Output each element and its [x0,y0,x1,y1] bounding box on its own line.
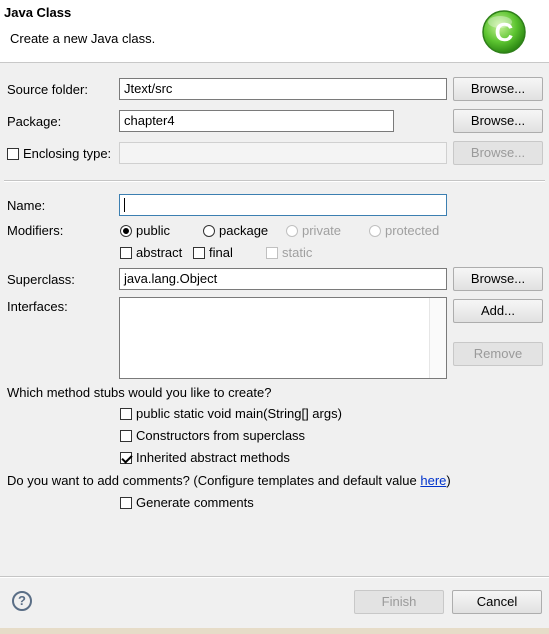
main-method-checkbox[interactable] [120,408,132,420]
static-checkbox-label: static [282,245,313,260]
superclass-label: Superclass: [7,272,75,287]
window-bottom-edge [0,628,549,634]
static-checkbox [266,247,278,259]
enclosing-type-label: Enclosing type: [23,146,112,161]
private-radio-label: private [302,223,342,238]
interfaces-add-button[interactable]: Add... [453,299,543,323]
comments-question-text: Do you want to add comments? (Configure … [7,473,421,488]
package-label: Package: [7,114,62,129]
interfaces-list[interactable] [119,297,447,379]
interfaces-list-scrollbar[interactable] [429,298,446,378]
interfaces-remove-button: Remove [453,342,543,366]
package-field[interactable]: chapter4 [119,110,394,132]
package-radio-label: package [219,223,269,238]
comments-question-suffix: ) [446,473,451,488]
text-cursor [124,198,125,212]
superclass-field[interactable]: java.lang.Object [119,268,447,290]
name-field[interactable] [119,194,447,216]
protected-radio-label: protected [385,223,440,238]
finish-button: Finish [354,590,444,614]
final-checkbox-label: final [209,245,233,260]
abstract-checkbox[interactable] [120,247,132,259]
cancel-button[interactable]: Cancel [452,590,542,614]
interfaces-label: Interfaces: [7,299,68,314]
generate-comments-label: Generate comments [136,495,254,510]
main-method-label: public static void main(String[] args) [136,406,342,421]
public-radio[interactable] [120,225,132,237]
public-radio-label: public [136,223,170,238]
separator [4,180,545,182]
footer-separator [0,576,549,578]
generate-comments-checkbox[interactable] [120,497,132,509]
comments-question: Do you want to add comments? (Configure … [7,473,451,488]
enclosing-type-browse-button: Browse... [453,141,543,165]
source-folder-label: Source folder: [7,82,88,97]
constructors-checkbox[interactable] [120,430,132,442]
source-folder-field[interactable]: Jtext/src [119,78,447,100]
private-radio [286,225,298,237]
constructors-label: Constructors from superclass [136,428,306,443]
enclosing-type-field [119,142,447,164]
enclosing-type-checkbox[interactable] [7,148,19,160]
protected-radio [369,225,381,237]
java-class-icon: C [482,10,526,54]
superclass-browse-button[interactable]: Browse... [453,267,543,291]
abstract-checkbox-label: abstract [136,245,183,260]
configure-templates-link[interactable]: here [420,473,446,488]
wizard-title: Java Class [4,5,72,20]
final-checkbox[interactable] [193,247,205,259]
logo-letter: C [495,17,514,47]
name-label: Name: [7,198,46,213]
source-folder-browse-button[interactable]: Browse... [453,77,543,101]
help-icon[interactable]: ? [12,591,32,611]
package-radio[interactable] [203,225,215,237]
wizard-description: Create a new Java class. [10,31,156,46]
package-browse-button[interactable]: Browse... [453,109,543,133]
method-stubs-question: Which method stubs would you like to cre… [7,385,272,400]
inherited-methods-checkbox[interactable] [120,452,132,464]
inherited-methods-label: Inherited abstract methods [136,450,290,465]
wizard-banner: Java Class Create a new Java class. C [0,0,549,63]
modifiers-label: Modifiers: [7,223,64,238]
